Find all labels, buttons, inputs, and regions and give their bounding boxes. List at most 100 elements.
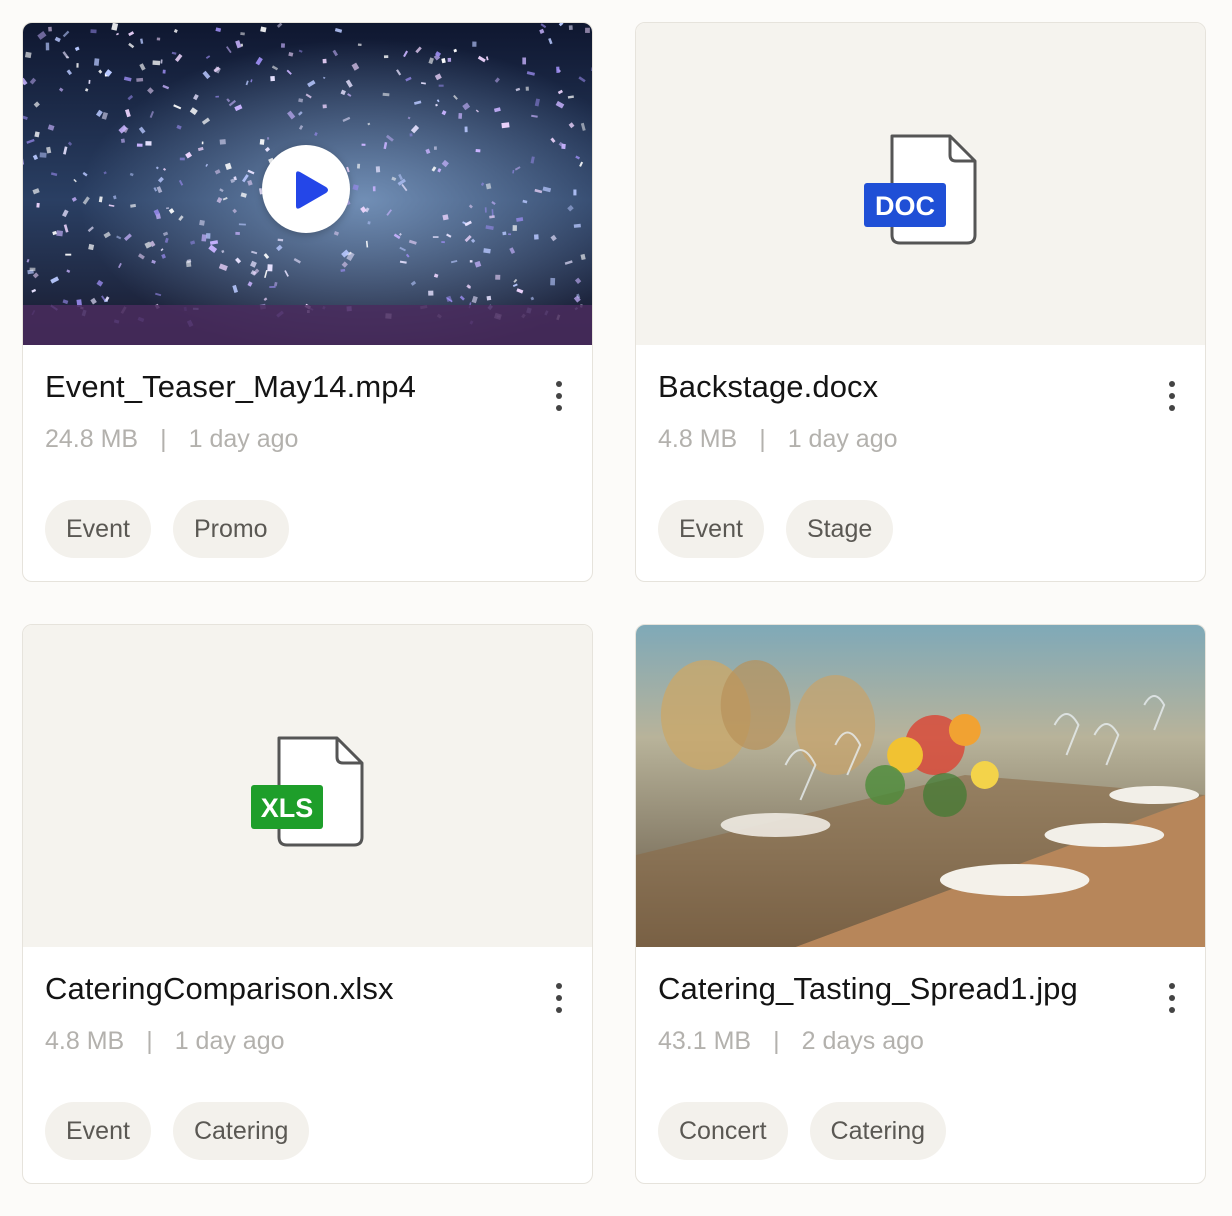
file-size: 4.8 MB <box>658 425 738 453</box>
play-icon <box>296 171 328 209</box>
tag-chip[interactable]: Event <box>45 1102 151 1160</box>
file-preview[interactable]: XLS <box>23 625 592 947</box>
confetti-piece <box>568 25 573 31</box>
confetti-piece <box>179 157 185 161</box>
confetti-piece <box>235 231 240 236</box>
confetti-piece <box>525 86 529 91</box>
file-modified: 1 day ago <box>188 425 299 453</box>
confetti-piece <box>45 42 50 51</box>
more-options-icon[interactable] <box>1165 981 1179 1015</box>
confetti-piece <box>573 189 577 196</box>
confetti-piece <box>356 163 361 169</box>
more-options-icon[interactable] <box>1165 379 1179 413</box>
confetti-piece <box>495 274 501 280</box>
file-name[interactable]: Backstage.docx <box>658 369 878 405</box>
file-meta: 24.8 MB | 1 day ago <box>45 425 298 454</box>
tag-list: Event Stage <box>658 500 894 558</box>
file-name[interactable]: Event_Teaser_May14.mp4 <box>45 369 416 405</box>
doc-file-icon: DOC <box>864 134 977 245</box>
file-name[interactable]: Catering_Tasting_Spread1.jpg <box>658 971 1078 1007</box>
confetti-piece <box>24 51 32 59</box>
confetti-piece <box>469 260 473 263</box>
confetti-piece <box>240 32 245 36</box>
file-card[interactable]: XLS CateringComparison.xlsx 4.8 MB | 1 day… <box>22 624 593 1184</box>
tag-chip[interactable]: Event <box>658 500 764 558</box>
tag-chip[interactable]: Event <box>45 500 151 558</box>
confetti-piece <box>277 238 284 242</box>
file-preview[interactable]: DOC <box>636 23 1205 345</box>
confetti-piece <box>447 57 452 62</box>
confetti-piece <box>136 77 144 82</box>
video-thumbnail[interactable] <box>23 23 592 345</box>
tag-chip[interactable]: Concert <box>658 1102 788 1160</box>
meta-separator: | <box>773 1027 780 1055</box>
confetti-piece <box>56 230 64 237</box>
confetti-piece <box>36 202 40 208</box>
confetti-piece <box>48 26 52 32</box>
confetti-piece <box>441 241 445 244</box>
xls-file-icon: XLS <box>251 736 364 847</box>
file-card[interactable]: DOC Backstage.docx 4.8 MB | 1 day ago Even… <box>635 22 1206 582</box>
tag-chip[interactable]: Stage <box>785 500 894 558</box>
file-meta: 4.8 MB | 1 day ago <box>658 425 898 454</box>
confetti-piece <box>367 221 371 225</box>
tag-list: Concert Catering <box>658 1102 947 1160</box>
confetti-piece <box>156 37 161 41</box>
confetti-piece <box>533 234 539 240</box>
confetti-piece <box>152 60 161 66</box>
file-meta: 4.8 MB | 1 day ago <box>45 1027 285 1056</box>
confetti-piece <box>573 223 581 228</box>
file-modified: 1 day ago <box>174 1027 285 1055</box>
tag-chip[interactable]: Promo <box>172 500 289 558</box>
confetti-piece <box>432 236 439 238</box>
more-options-icon[interactable] <box>552 379 566 413</box>
meta-separator: | <box>759 425 766 453</box>
confetti-piece <box>484 207 487 213</box>
tag-chip[interactable]: Catering <box>809 1102 947 1160</box>
confetti-piece <box>475 149 481 153</box>
confetti-piece <box>215 95 220 98</box>
confetti-piece <box>219 139 226 145</box>
confetti-piece <box>464 126 468 133</box>
play-button[interactable] <box>262 145 350 233</box>
meta-separator: | <box>160 425 167 453</box>
confetti-piece <box>185 260 192 268</box>
confetti-piece <box>357 43 362 46</box>
file-card[interactable]: Event_Teaser_May14.mp4 24.8 MB | 1 day ago… <box>22 22 593 582</box>
confetti-piece <box>259 138 265 145</box>
file-name[interactable]: CateringComparison.xlsx <box>45 971 394 1007</box>
file-meta: 43.1 MB | 2 days ago <box>658 1027 924 1056</box>
confetti-piece <box>88 79 91 84</box>
confetti-piece <box>375 166 381 173</box>
tag-list: Event Catering <box>45 1102 310 1160</box>
confetti-piece <box>458 113 463 119</box>
confetti-piece <box>39 152 47 158</box>
confetti-piece <box>29 267 36 272</box>
xls-badge-label: XLS <box>261 793 314 823</box>
file-card[interactable]: Catering_Tasting_Spread1.jpg 43.1 MB | 2 d… <box>635 624 1206 1184</box>
confetti-piece <box>322 58 327 64</box>
confetti-piece <box>438 84 444 87</box>
confetti-piece <box>240 43 244 47</box>
meta-separator: | <box>146 1027 153 1055</box>
confetti-piece <box>409 133 413 137</box>
confetti-piece <box>136 143 143 147</box>
confetti-piece <box>267 264 273 272</box>
confetti-piece <box>486 295 492 301</box>
confetti-piece <box>508 233 512 236</box>
confetti-piece <box>269 286 276 288</box>
confetti-piece <box>90 29 97 34</box>
confetti-piece <box>76 63 79 68</box>
tag-list: Event Promo <box>45 500 289 558</box>
confetti-piece <box>522 57 527 65</box>
confetti-piece <box>383 55 389 59</box>
confetti-piece <box>93 58 100 66</box>
catering-table-image <box>636 625 1205 947</box>
confetti-piece <box>512 225 517 231</box>
image-thumbnail[interactable] <box>636 625 1205 947</box>
confetti-piece <box>280 43 285 48</box>
file-size: 24.8 MB <box>45 425 139 453</box>
doc-badge-label: DOC <box>875 191 935 221</box>
more-options-icon[interactable] <box>552 981 566 1015</box>
tag-chip[interactable]: Catering <box>172 1102 310 1160</box>
